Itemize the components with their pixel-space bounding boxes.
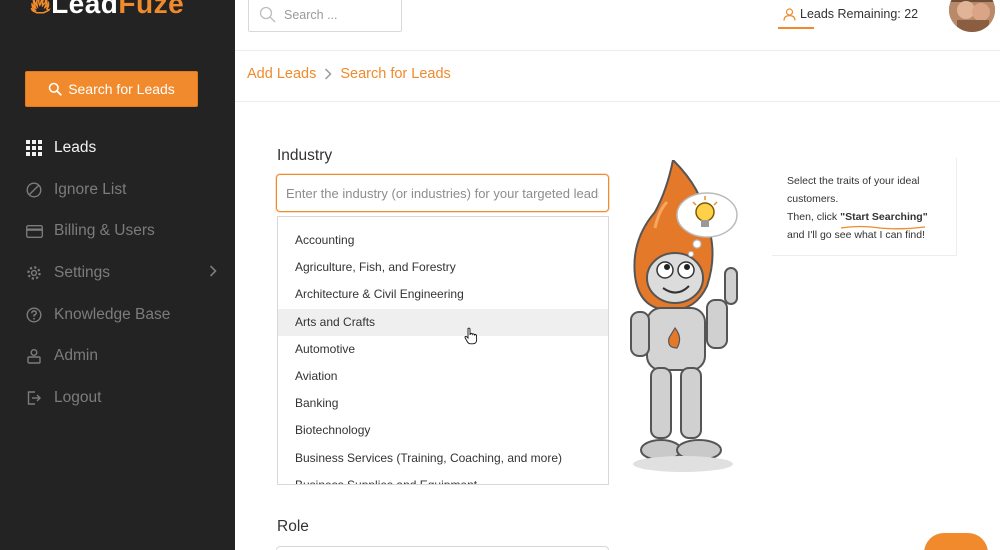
sidebar-item-label: Ignore List (54, 180, 127, 198)
avatar[interactable] (949, 0, 995, 32)
user-icon (783, 7, 796, 21)
sidebar-item-label: Knowledge Base (54, 305, 171, 323)
admin-icon (25, 347, 43, 365)
tip-line2: Then, click "Start Searching" (787, 208, 956, 230)
sidebar: 🔥︎LeadFuze Search for Leads Leads Ignore… (0, 0, 235, 550)
search-input[interactable] (284, 7, 394, 22)
industry-option[interactable]: Agriculture, Fish, and Forestry (278, 254, 608, 281)
breadcrumb: Add Leads Search for Leads (247, 66, 451, 82)
sidebar-item-ignore-list[interactable]: Ignore List (0, 169, 235, 211)
search-icon (48, 82, 62, 96)
industry-input[interactable] (276, 174, 609, 212)
role-label: Role (277, 518, 309, 535)
sidebar-item-logout[interactable]: Logout (0, 377, 235, 419)
search-for-leads-label: Search for Leads (68, 81, 175, 97)
role-input[interactable] (276, 546, 609, 550)
industry-option[interactable]: Automotive (278, 336, 608, 363)
squiggle-underline (841, 225, 926, 230)
sidebar-item-leads[interactable]: Leads (0, 127, 235, 169)
sidebar-nav: Leads Ignore List Billing & Users Settin… (0, 127, 235, 419)
sidebar-item-knowledge-base[interactable]: Knowledge Base (0, 294, 235, 336)
logo[interactable]: 🔥︎LeadFuze (30, 0, 184, 21)
industry-option[interactable]: Architecture & Civil Engineering (278, 281, 608, 308)
industry-option[interactable]: Aviation (278, 363, 608, 390)
logo-lead: Lead (51, 0, 119, 19)
leads-remaining[interactable]: Leads Remaining: 22 (783, 0, 918, 28)
leads-remaining-underline (778, 27, 814, 29)
logout-icon (25, 389, 43, 407)
hand-pointer-icon (464, 327, 478, 350)
industry-option[interactable]: Business Services (Training, Coaching, a… (278, 445, 608, 472)
credit-card-icon (25, 222, 43, 240)
industry-option[interactable]: Business Supplies and Equipment (278, 472, 608, 484)
topbar: Leads Remaining: 22 (235, 0, 1000, 51)
industry-option[interactable]: Accounting (278, 227, 608, 254)
divider (235, 101, 1000, 102)
flame-logo-icon: 🔥︎ (30, 0, 52, 19)
sidebar-item-billing-users[interactable]: Billing & Users (0, 210, 235, 252)
search-icon (259, 6, 276, 23)
sidebar-item-label: Settings (54, 263, 111, 281)
help-chat-button[interactable] (924, 533, 988, 550)
robot-mascot-illustration (625, 157, 775, 480)
tip-message: Select the traits of your ideal customer… (772, 158, 957, 256)
sidebar-item-label: Leads (54, 138, 97, 156)
chevron-right-icon (324, 68, 332, 80)
industry-label: Industry (277, 147, 333, 164)
sidebar-item-label: Logout (54, 388, 102, 406)
gear-icon (25, 264, 43, 282)
tip-line2-prefix: Then, click (787, 211, 841, 223)
industry-option[interactable]: Banking (278, 390, 608, 417)
ban-icon (25, 181, 43, 199)
grid-icon (25, 139, 43, 157)
tip-start-searching: "Start Searching" (840, 208, 928, 230)
chevron-right-icon (209, 264, 217, 282)
industry-option[interactable]: Biotechnology (278, 417, 608, 444)
industry-option-hovered[interactable]: Arts and Crafts (278, 308, 608, 336)
tip-line1: Select the traits of your ideal customer… (787, 175, 920, 205)
sidebar-item-settings[interactable]: Settings (0, 252, 235, 294)
search-for-leads-button[interactable]: Search for Leads (25, 71, 198, 107)
sidebar-item-label: Admin (54, 347, 98, 365)
breadcrumb-add-leads[interactable]: Add Leads (247, 66, 316, 82)
industry-dropdown[interactable]: Accounting Agriculture, Fish, and Forest… (277, 216, 609, 485)
global-search[interactable] (248, 0, 402, 32)
leads-remaining-text: Leads Remaining: 22 (800, 7, 919, 21)
sidebar-item-label: Billing & Users (54, 222, 155, 240)
sidebar-item-admin[interactable]: Admin (0, 335, 235, 377)
logo-fuze: Fuze (118, 0, 185, 19)
breadcrumb-search-for-leads[interactable]: Search for Leads (340, 66, 450, 82)
question-circle-icon (25, 306, 43, 324)
